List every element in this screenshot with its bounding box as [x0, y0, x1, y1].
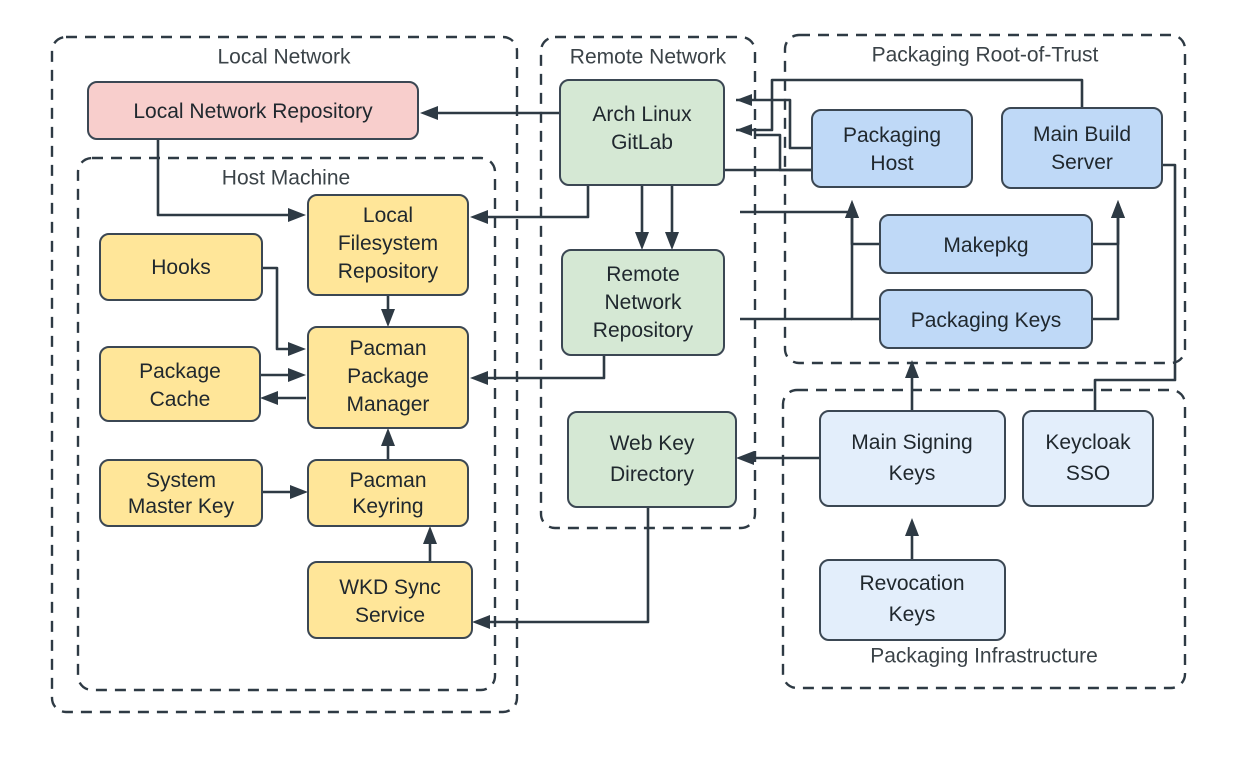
edge-system-master-key-to-pacman-keyring	[262, 485, 308, 499]
group-label-packaging-infrastructure: Packaging Infrastructure	[870, 645, 1098, 668]
node-label-keycloak-sso-line1: Keycloak	[1045, 431, 1131, 454]
node-label-web-key-directory-line1: Web Key	[610, 432, 695, 455]
node-local-network-repository[interactable]: Local Network Repository	[87, 81, 419, 140]
node-label-main-signing-keys-line2: Keys	[889, 462, 936, 485]
node-label-arch-linux-gitlab-line1: Arch Linux	[592, 103, 692, 126]
edge-hooks-to-pacman-package-manager	[262, 266, 306, 356]
edge-wkd-sync-service-to-pacman-keyring	[423, 526, 437, 562]
edge-main-signing-keys-to-web-key-directory	[736, 451, 820, 465]
node-remote-network-repository[interactable]: Remote Network Repository	[561, 249, 725, 356]
node-label-local-filesystem-repository-line2: Filesystem	[338, 232, 438, 255]
node-label-main-build-server-line2: Server	[1051, 151, 1113, 174]
node-label-revocation-keys-line1: Revocation	[859, 572, 964, 595]
node-label-makepkg: Makepkg	[943, 234, 1028, 257]
node-label-main-signing-keys-line1: Main Signing	[851, 431, 972, 454]
node-label-pacman-keyring-line2: Keyring	[352, 495, 423, 518]
node-main-build-server[interactable]: Main Build Server	[1001, 107, 1163, 189]
node-packaging-host[interactable]: Packaging Host	[811, 109, 973, 188]
node-revocation-keys[interactable]: Revocation Keys	[819, 559, 1006, 641]
diagram-canvas: Local Network Host Machine Remote Networ…	[0, 0, 1234, 758]
group-label-packaging-root-of-trust: Packaging Root-of-Trust	[872, 44, 1099, 67]
node-label-wkd-sync-service-line1: WKD Sync	[339, 576, 441, 599]
edge-local-filesystem-repository-to-pacman-package-manager	[381, 295, 395, 327]
node-wkd-sync-service[interactable]: WKD Sync Service	[307, 561, 473, 639]
node-label-web-key-directory-line2: Directory	[610, 463, 695, 486]
edge-remote-network-repository-to-pacman-package-manager	[470, 355, 606, 385]
node-label-pacman-package-manager-line3: Manager	[347, 393, 430, 416]
architecture-diagram: Local Network Host Machine Remote Networ…	[50, 33, 1187, 714]
node-label-keycloak-sso-line2: SSO	[1066, 462, 1110, 485]
group-label-remote-network: Remote Network	[570, 46, 727, 69]
node-label-packaging-keys: Packaging Keys	[911, 309, 1062, 332]
node-main-signing-keys[interactable]: Main Signing Keys	[819, 410, 1006, 507]
node-label-local-network-repository: Local Network Repository	[133, 100, 373, 123]
group-label-local-network: Local Network	[217, 46, 351, 69]
node-system-master-key[interactable]: System Master Key	[99, 459, 263, 527]
node-label-local-filesystem-repository-line3: Repository	[338, 260, 439, 283]
node-pacman-package-manager[interactable]: Pacman Package Manager	[307, 326, 469, 429]
node-label-package-cache-line2: Cache	[150, 388, 211, 411]
node-arch-linux-gitlab[interactable]: Arch Linux GitLab	[559, 79, 725, 186]
node-web-key-directory[interactable]: Web Key Directory	[567, 411, 737, 508]
node-makepkg[interactable]: Makepkg	[879, 214, 1093, 274]
node-label-system-master-key-line1: System	[146, 469, 216, 492]
edge-pacman-keyring-to-pacman-package-manager	[381, 428, 395, 462]
edge-arch-linux-gitlab-to-remote-network-repository	[635, 185, 649, 250]
node-hooks[interactable]: Hooks	[99, 233, 263, 301]
edge-arch-linux-gitlab-to-local-network-repository	[420, 106, 560, 120]
node-label-packaging-host-line1: Packaging	[843, 124, 941, 147]
node-label-revocation-keys-line2: Keys	[889, 603, 936, 626]
node-label-main-build-server-line1: Main Build	[1033, 123, 1131, 146]
edge-pacman-package-manager-to-package-cache	[260, 391, 306, 405]
node-pacman-keyring[interactable]: Pacman Keyring	[307, 459, 469, 527]
node-label-packaging-host-line2: Host	[870, 152, 913, 175]
edge-web-key-directory-to-wkd-sync-service	[472, 507, 650, 629]
node-label-hooks: Hooks	[151, 256, 211, 279]
edge-arch-linux-gitlab-to-local-filesystem-repository	[470, 185, 590, 224]
node-package-cache[interactable]: Package Cache	[99, 346, 261, 422]
edge-packaging-keys-to-packaging-host	[845, 200, 880, 321]
node-keycloak-sso[interactable]: Keycloak SSO	[1022, 410, 1154, 507]
node-label-pacman-keyring-line1: Pacman	[349, 469, 426, 492]
node-label-package-cache-line1: Package	[139, 360, 221, 383]
node-label-remote-network-repository-line3: Repository	[593, 319, 694, 342]
edge-revocation-keys-to-main-signing-keys	[905, 518, 919, 560]
node-local-filesystem-repository[interactable]: Local Filesystem Repository	[307, 194, 469, 296]
edge-package-cache-to-pacman-package-manager	[260, 368, 306, 382]
node-label-local-filesystem-repository-line1: Local	[363, 204, 413, 227]
node-label-remote-network-repository-line1: Remote	[606, 263, 680, 286]
edge-packaging-keys-to-main-build-server	[1092, 200, 1125, 321]
node-label-pacman-package-manager-line2: Package	[347, 365, 429, 388]
node-label-arch-linux-gitlab-line2: GitLab	[611, 131, 673, 154]
node-label-wkd-sync-service-line2: Service	[355, 604, 425, 627]
node-label-system-master-key-line2: Master Key	[128, 495, 235, 518]
node-label-remote-network-repository-line2: Network	[604, 291, 682, 314]
edge-packaging-host-to-arch-linux-gitlab	[736, 94, 812, 150]
group-label-host-machine: Host Machine	[222, 167, 350, 190]
node-packaging-keys[interactable]: Packaging Keys	[879, 289, 1093, 349]
node-label-pacman-package-manager-line1: Pacman	[349, 337, 426, 360]
edge-main-signing-keys-to-packaging-keys	[905, 360, 919, 410]
edge-keycloak-sso-to-main-build-server	[1093, 163, 1177, 411]
